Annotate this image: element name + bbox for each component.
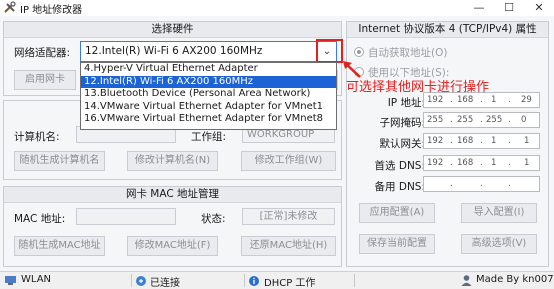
auto-address-label: 自动获取地址(O) (368, 47, 448, 59)
highlight-box (316, 39, 343, 63)
workgroup-label: 工作组: (191, 131, 227, 143)
alternate-dns-label: 备用 DNS: (374, 181, 425, 193)
window-title: IP 地址修改器 (20, 5, 83, 16)
adapter-option[interactable]: 16.VMware Virtual Ethernet Adapter for V… (81, 113, 336, 126)
ipv4-group-title: Internet 协议版本 4 (TCP/IPv4) 属性 (347, 22, 548, 38)
status-dhcp: DHCP 工作 (264, 278, 316, 289)
subnet-mask-label: 子网掩码: (379, 117, 425, 129)
user-icon (461, 275, 472, 286)
modify-workgroup-button[interactable]: 修改工作组(W) (241, 151, 336, 171)
gateway-label: 默认网关: (379, 138, 425, 150)
subnet-mask-input[interactable]: 255. 255. 255. 0 (423, 112, 540, 128)
hardware-group-title: 选择硬件 (4, 22, 341, 38)
enable-adapter-button[interactable]: 启用网卡 (14, 70, 76, 90)
import-config-button[interactable]: 导入配置(I) (461, 203, 537, 223)
status-bar: WLAN 已连接 DHCP 工作 Made By kn007 (0, 271, 554, 289)
status-made-by: Made By kn007 (476, 274, 554, 285)
apply-config-button[interactable]: 应用配置(A) (359, 203, 435, 223)
adapter-dropdown-list: 4.Hyper-V Virtual Ethernet Adapter 12.In… (80, 62, 337, 130)
adapter-option[interactable]: 14.VMware Virtual Ethernet Adapter for V… (81, 101, 336, 114)
mac-address-label: MAC 地址: (14, 213, 66, 225)
ip-address-label: IP 地址: (387, 97, 425, 109)
gateway-input[interactable]: 192. 168. 1. 1 (423, 133, 540, 149)
status-connected: 已连接 (150, 278, 180, 289)
annotation-text: 可选择其他网卡进行操作 (346, 80, 490, 95)
save-config-button[interactable]: 保存当前配置 (359, 234, 435, 254)
preferred-dns-input[interactable]: 192. 168. 1. 1 (423, 155, 540, 171)
computer-name-label: 计算机名: (14, 131, 60, 143)
adapter-label: 网络适配器: (14, 47, 71, 59)
adapter-option-selected[interactable]: 12.Intel(R) Wi-Fi 6 AX200 160MHz (81, 75, 336, 88)
modify-mac-button[interactable]: 修改MAC地址(F) (127, 236, 218, 256)
mac-group-title: 网卡 MAC 地址管理 (4, 187, 341, 203)
network-icon (5, 276, 16, 285)
title-bar: IP 地址修改器 — ☐ ✕ (0, 0, 554, 16)
minimize-button[interactable]: — (464, 0, 494, 16)
adapter-option[interactable]: 13.Bluetooth Device (Personal Area Netwo… (81, 88, 336, 101)
status-wlan: WLAN (21, 274, 52, 285)
mac-status-field: [正常]未修改 (242, 208, 335, 225)
restore-mac-button[interactable]: 还原MAC地址(H) (241, 236, 336, 256)
info-icon (249, 276, 259, 286)
adapter-select[interactable]: 12.Intel(R) Wi-Fi 6 AX200 160MHz ⌄ (80, 41, 337, 62)
random-computer-name-button[interactable]: 随机生成计算机名 (14, 151, 105, 171)
preferred-dns-label: 首选 DNS: (374, 160, 425, 172)
mac-address-field[interactable] (76, 208, 176, 225)
advanced-options-button[interactable]: 高级选项(V) (461, 234, 537, 254)
adapter-option[interactable]: 4.Hyper-V Virtual Ethernet Adapter (81, 63, 336, 76)
random-mac-button[interactable]: 随机生成MAC地址 (14, 236, 105, 256)
close-button[interactable]: ✕ (524, 0, 554, 16)
app-window: IP 地址修改器 — ☐ ✕ 选择硬件 网络适配器: 启用网卡 卡 计算机名: … (0, 0, 554, 289)
maximize-button[interactable]: ☐ (494, 0, 524, 16)
auto-address-radio[interactable] (354, 47, 364, 57)
modify-computer-name-button[interactable]: 修改计算机名(N) (127, 151, 218, 171)
alternate-dns-input[interactable]: ... (423, 176, 540, 192)
connected-icon (136, 276, 146, 286)
tools-icon (4, 1, 16, 13)
adapter-select-value: 12.Intel(R) Wi-Fi 6 AX200 160MHz (85, 45, 263, 57)
mac-status-label: 状态: (201, 213, 226, 225)
